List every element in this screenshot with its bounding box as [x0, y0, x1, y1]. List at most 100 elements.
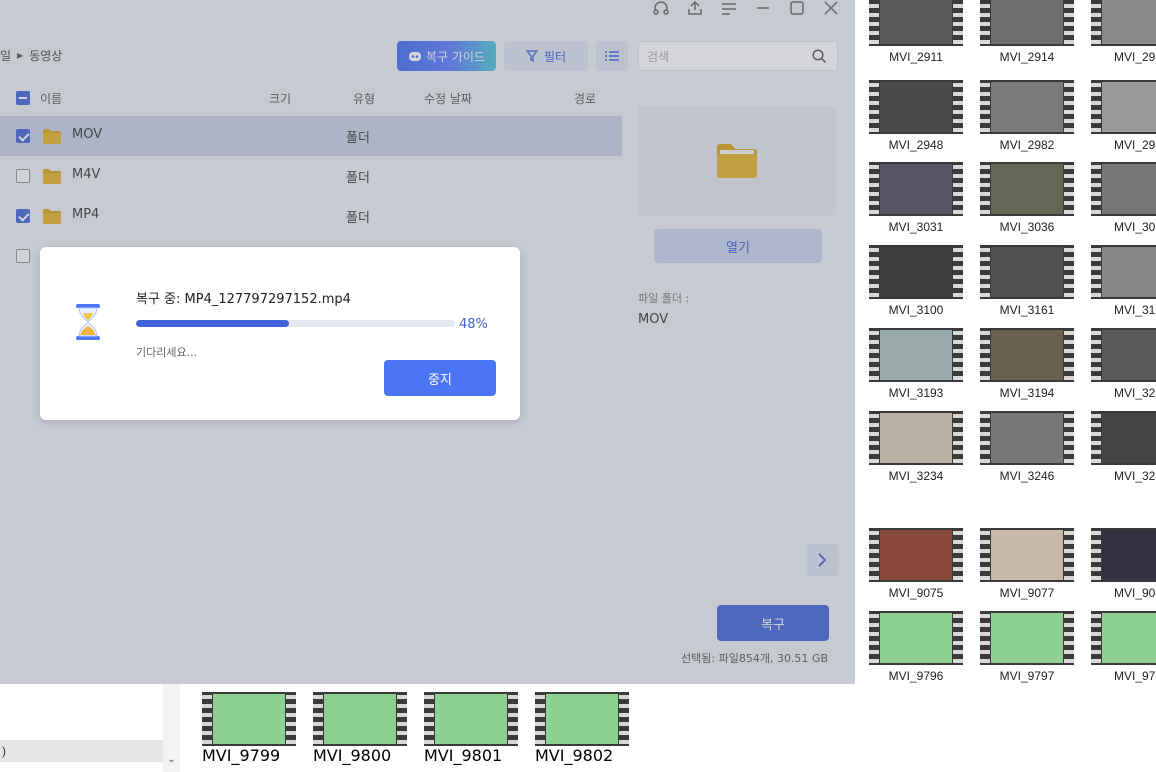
film-frame-icon [202, 692, 296, 746]
progress-percent: 48% [459, 317, 488, 332]
thumbnail-caption: MVI_3234 [888, 469, 944, 483]
thumbnail-caption: MVI_2982 [999, 138, 1055, 152]
nav-pane-row[interactable] [0, 696, 163, 718]
video-thumbnail[interactable]: MVI_907 [1091, 528, 1156, 600]
thumbnail-caption: MVI_9075 [888, 586, 944, 600]
film-frame-icon [980, 162, 1074, 216]
film-frame-icon [1091, 0, 1156, 46]
hourglass-icon [76, 304, 100, 340]
video-thumbnail[interactable]: MVI_9075 [869, 528, 963, 600]
video-thumbnail[interactable]: MVI_9799 [202, 692, 296, 765]
video-thumbnail[interactable]: MVI_3193 [869, 328, 963, 400]
film-frame-icon [1091, 528, 1156, 582]
thumbnail-caption: MVI_2911 [889, 50, 943, 64]
thumbnail-grid: MVI_2911 MVI_2914 MVI_291 MVI_2948 MVI_2982 M… [855, 0, 1156, 772]
video-thumbnail[interactable]: MVI_9796 [869, 611, 963, 683]
film-frame-icon [535, 692, 629, 746]
video-thumbnail[interactable]: MVI_979 [1091, 611, 1156, 683]
video-thumbnail[interactable]: MVI_2914 [980, 0, 1074, 64]
video-thumbnail[interactable]: MVI_3246 [980, 411, 1074, 483]
video-thumbnail[interactable]: MVI_9801 [424, 692, 518, 765]
status-text: 기다리세요... [136, 346, 198, 359]
video-thumbnail[interactable]: MVI_2911 [869, 0, 963, 64]
film-frame-icon [1091, 162, 1156, 216]
thumbnail-caption: MVI_298 [1113, 138, 1156, 152]
film-frame-icon [869, 328, 963, 382]
recovery-progress-bar [136, 320, 455, 327]
thumbnail-caption: MVI_3161 [999, 303, 1055, 317]
thumbnail-caption: MVI_3194 [999, 386, 1055, 400]
film-frame-icon [869, 528, 963, 582]
stop-button[interactable]: 중지 [384, 360, 496, 396]
video-thumbnail[interactable]: MVI_9077 [980, 528, 1074, 600]
thumbnail-caption: MVI_324 [1113, 469, 1156, 483]
nav-pane-row[interactable]: ) [0, 740, 163, 762]
screen: MVI_2911 MVI_2914 MVI_291 MVI_2948 MVI_2982 M… [0, 0, 1156, 772]
video-thumbnail[interactable]: MVI_9802 [535, 692, 629, 765]
nav-pane: ) ⌄ [0, 684, 180, 772]
video-thumbnail[interactable]: MVI_3100 [869, 245, 963, 317]
video-thumbnail[interactable]: MVI_324 [1091, 411, 1156, 483]
thumbnail-caption: MVI_3031 [888, 220, 944, 234]
film-frame-icon [313, 692, 407, 746]
thumbnail-caption: MVI_3246 [999, 469, 1055, 483]
scroll-down-icon[interactable]: ⌄ [163, 752, 180, 768]
recovery-progress-dialog: 복구 중: MP4_127797297152.mp4 48% 기다리세요... … [40, 247, 520, 420]
film-frame-icon [1091, 245, 1156, 299]
video-thumbnail[interactable]: MVI_3194 [980, 328, 1074, 400]
film-frame-icon [980, 245, 1074, 299]
thumbnail-caption: MVI_9077 [999, 586, 1055, 600]
thumbnail-caption: MVI_9800 [313, 746, 392, 765]
thumbnail-caption: MVI_907 [1113, 586, 1156, 600]
thumbnail-caption: MVI_9796 [888, 669, 944, 683]
video-thumbnail[interactable]: MVI_2982 [980, 80, 1074, 152]
video-thumbnail[interactable]: MVI_9800 [313, 692, 407, 765]
video-thumbnail[interactable]: MVI_298 [1091, 80, 1156, 152]
video-thumbnail[interactable]: MVI_3031 [869, 162, 963, 234]
thumbnail-caption: MVI_9797 [999, 669, 1055, 683]
film-frame-icon [869, 80, 963, 134]
thumbnail-caption: MVI_2914 [999, 50, 1055, 64]
thumbnail-caption: MVI_316 [1113, 303, 1156, 317]
thumbnail-caption: MVI_979 [1113, 669, 1156, 683]
recovering-file-title: 복구 중: MP4_127797297152.mp4 [136, 292, 351, 307]
thumbnail-caption: MVI_3193 [888, 386, 944, 400]
film-frame-icon [1091, 611, 1156, 665]
video-thumbnail[interactable]: MVI_3036 [980, 162, 1074, 234]
video-thumbnail[interactable]: MVI_316 [1091, 245, 1156, 317]
film-frame-icon [869, 245, 963, 299]
thumbnail-caption: MVI_291 [1113, 50, 1156, 64]
progress-fill [136, 320, 290, 327]
film-frame-icon [1091, 328, 1156, 382]
film-frame-icon [980, 611, 1074, 665]
recovery-app-window: 일 ▶ 동영상 복구 가이드 필터 이름 크기 유형 수정 날짜 [0, 0, 855, 684]
thumbnail-caption: MVI_3100 [888, 303, 944, 317]
film-frame-icon [980, 528, 1074, 582]
film-frame-icon [869, 411, 963, 465]
film-frame-icon [980, 328, 1074, 382]
thumbnail-caption: MVI_3036 [999, 220, 1055, 234]
video-thumbnail[interactable]: MVI_320 [1091, 328, 1156, 400]
film-frame-icon [869, 611, 963, 665]
film-frame-icon [869, 162, 963, 216]
video-thumbnail[interactable]: MVI_9797 [980, 611, 1074, 683]
video-thumbnail[interactable]: MVI_303 [1091, 162, 1156, 234]
thumbnail-caption: MVI_9801 [424, 746, 503, 765]
thumbnail-caption: MVI_303 [1113, 220, 1156, 234]
video-thumbnail[interactable]: MVI_291 [1091, 0, 1156, 64]
thumbnail-caption: MVI_320 [1113, 386, 1156, 400]
thumbnail-caption: MVI_9802 [535, 746, 614, 765]
video-thumbnail[interactable]: MVI_3234 [869, 411, 963, 483]
video-thumbnail[interactable]: MVI_2948 [869, 80, 963, 152]
thumbnail-caption: MVI_2948 [888, 138, 944, 152]
video-thumbnail[interactable]: MVI_3161 [980, 245, 1074, 317]
bottom-explorer-strip: ) ⌄ MVI_9799 MVI_9800 MVI_9801 MVI_9802 [0, 684, 855, 772]
thumbnail-caption: MVI_9799 [202, 746, 281, 765]
film-frame-icon [980, 0, 1074, 46]
film-frame-icon [1091, 411, 1156, 465]
film-frame-icon [424, 692, 518, 746]
film-frame-icon [980, 80, 1074, 134]
film-frame-icon [869, 0, 963, 46]
film-frame-icon [1091, 80, 1156, 134]
film-frame-icon [980, 411, 1074, 465]
